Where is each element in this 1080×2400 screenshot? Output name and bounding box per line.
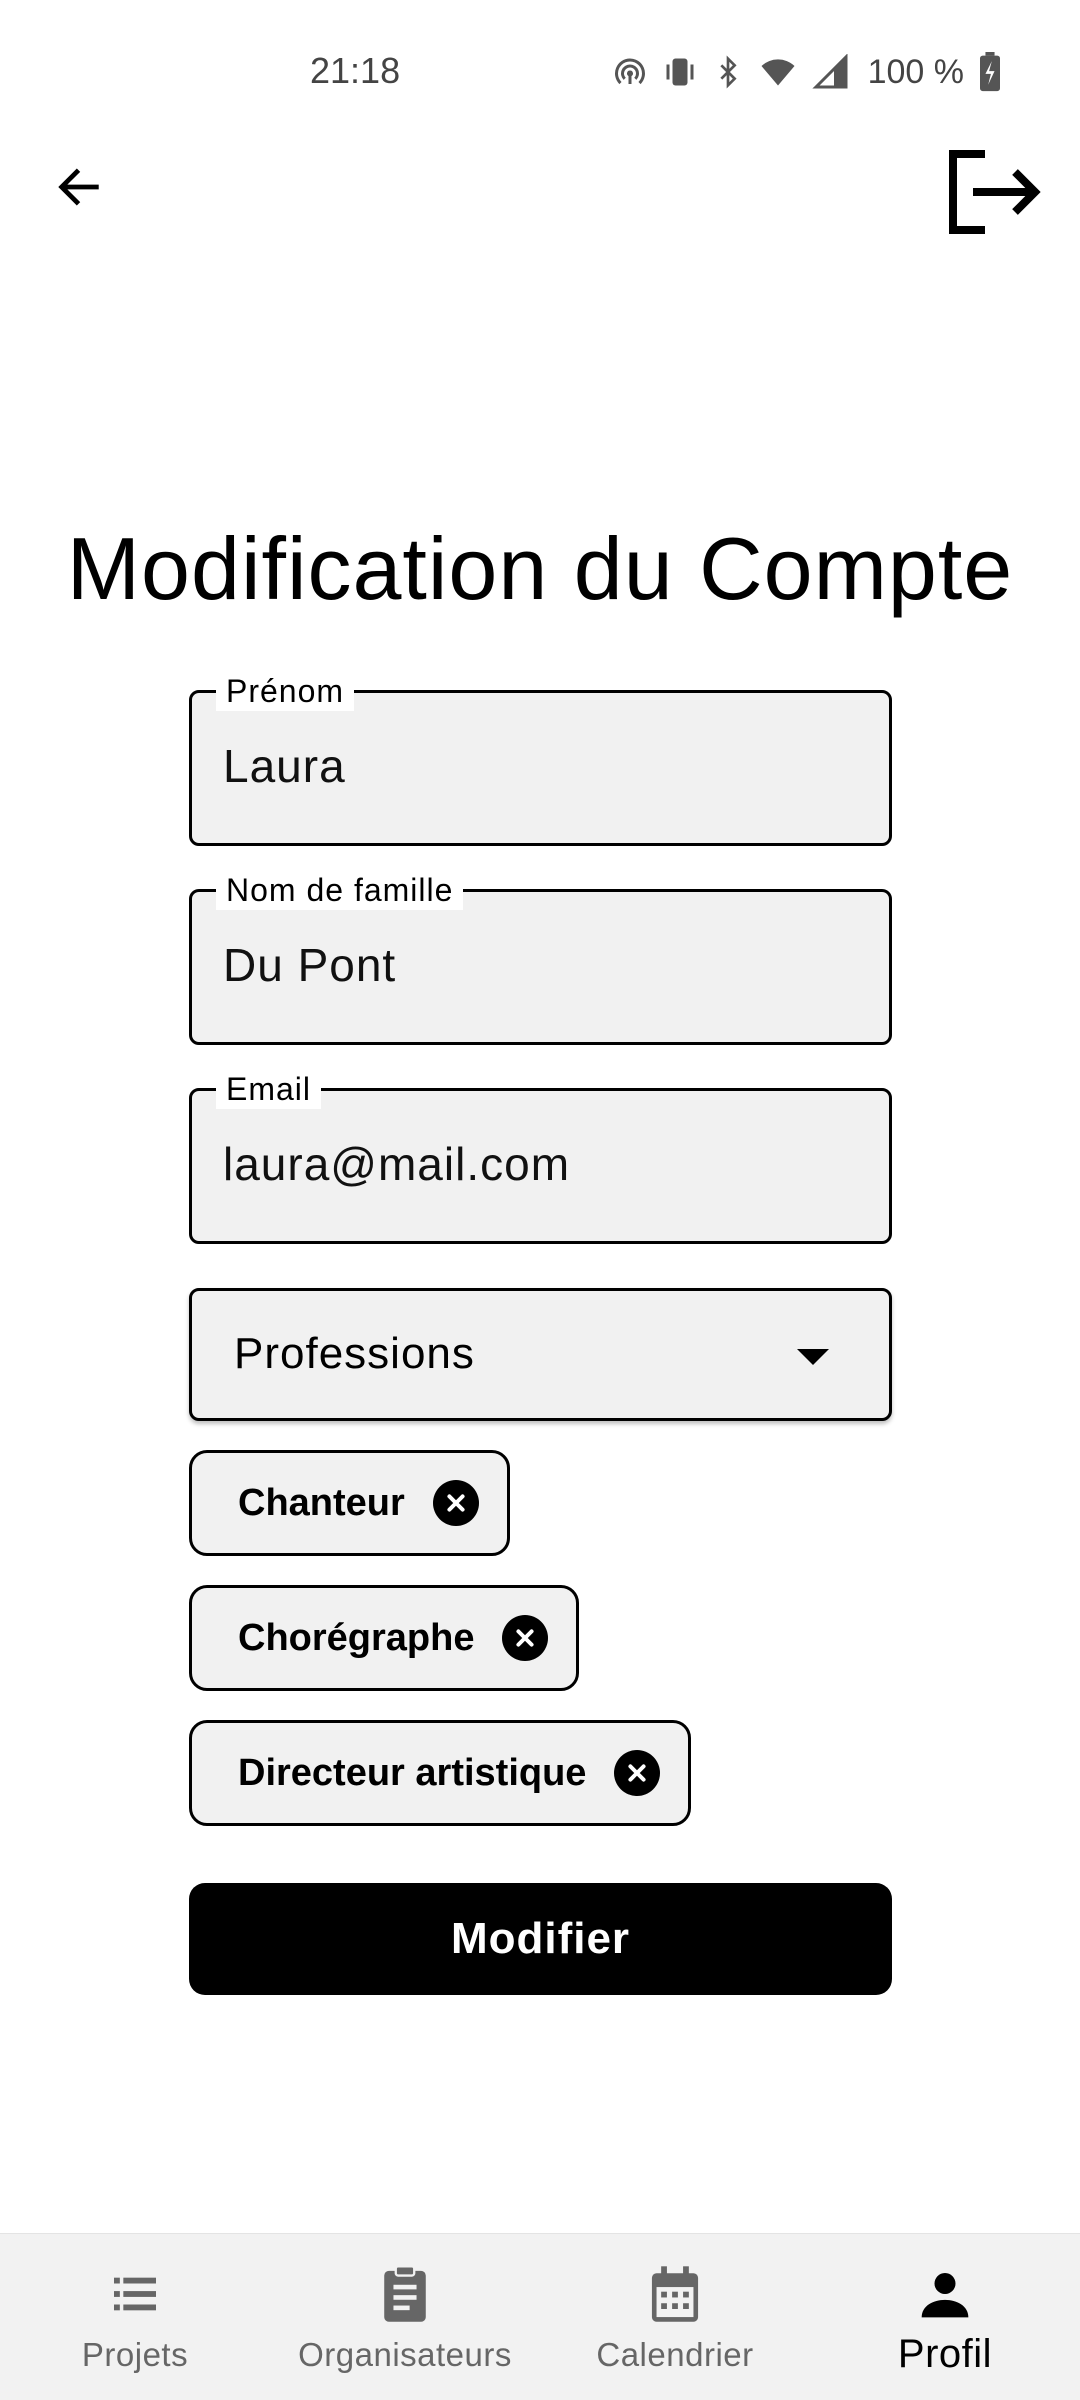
nav-label-calendrier: Calendrier [596,2336,754,2373]
status-icons: 100 % [612,50,1002,94]
profession-chip-label: Chanteur [238,1481,405,1524]
nav-item-organisateurs[interactable]: Organisateurs [270,2234,540,2400]
hotspot-icon [614,58,645,85]
dropdown-caret-icon [797,1349,829,1365]
nav-item-calendrier[interactable]: Calendrier [540,2234,810,2400]
professions-dropdown[interactable]: Professions [189,1288,892,1421]
nav-label-profil: Profil [897,2332,993,2376]
nav-label-projets: Projets [81,2336,189,2373]
vibrate-icon [666,58,694,86]
remove-chip-icon[interactable] [502,1615,549,1661]
first-name-label: Prénom [216,671,355,711]
logout-button[interactable] [938,142,1048,242]
remove-chip-icon[interactable] [432,1480,479,1526]
first-name-field[interactable]: Prénom Laura [189,671,892,846]
first-name-input[interactable]: Laura [223,739,346,793]
battery-percentage: 100 % [867,52,964,91]
person-icon [921,2273,969,2318]
back-button[interactable] [44,152,114,222]
profession-chip: Chanteur [189,1450,510,1556]
nav-item-profil[interactable]: Profil [810,2234,1080,2400]
page-title: Modification du Compte [66,519,1014,618]
arrow-left-icon [58,168,99,206]
nav-label-organisateurs: Organisateurs [298,2336,512,2373]
list-icon [114,2277,156,2311]
profession-chip: Chorégraphe [189,1585,580,1691]
email-label: Email [216,1069,322,1109]
last-name-field[interactable]: Nom de famille Du Pont [189,870,892,1045]
status-bar: 21:18 100 % [0,0,1080,120]
professions-dropdown-label: Professions [234,1329,475,1378]
clipboard-icon [384,2265,426,2322]
modify-button[interactable]: Modifier [189,1883,892,1995]
calendar-icon [651,2266,699,2322]
profession-chip-label: Chorégraphe [238,1616,475,1659]
logout-icon [949,150,1041,234]
profession-chip: Directeur artistique [189,1720,692,1826]
remove-chip-icon[interactable] [614,1750,661,1796]
nav-item-projets[interactable]: Projets [0,2234,270,2400]
profession-chip-label: Directeur artistique [238,1751,587,1794]
bluetooth-icon [719,55,737,89]
last-name-label: Nom de famille [216,870,464,910]
last-name-input[interactable]: Du Pont [223,938,396,992]
bottom-navigation: Projets Organisateurs Calendrier Profil [0,2233,1080,2400]
wifi-icon [761,59,795,86]
battery-charging-icon [980,52,1000,92]
cell-signal-icon [811,54,848,89]
email-field[interactable]: Email laura@mail.com [189,1069,892,1244]
status-time: 21:18 [310,50,401,91]
email-input[interactable]: laura@mail.com [223,1137,570,1191]
